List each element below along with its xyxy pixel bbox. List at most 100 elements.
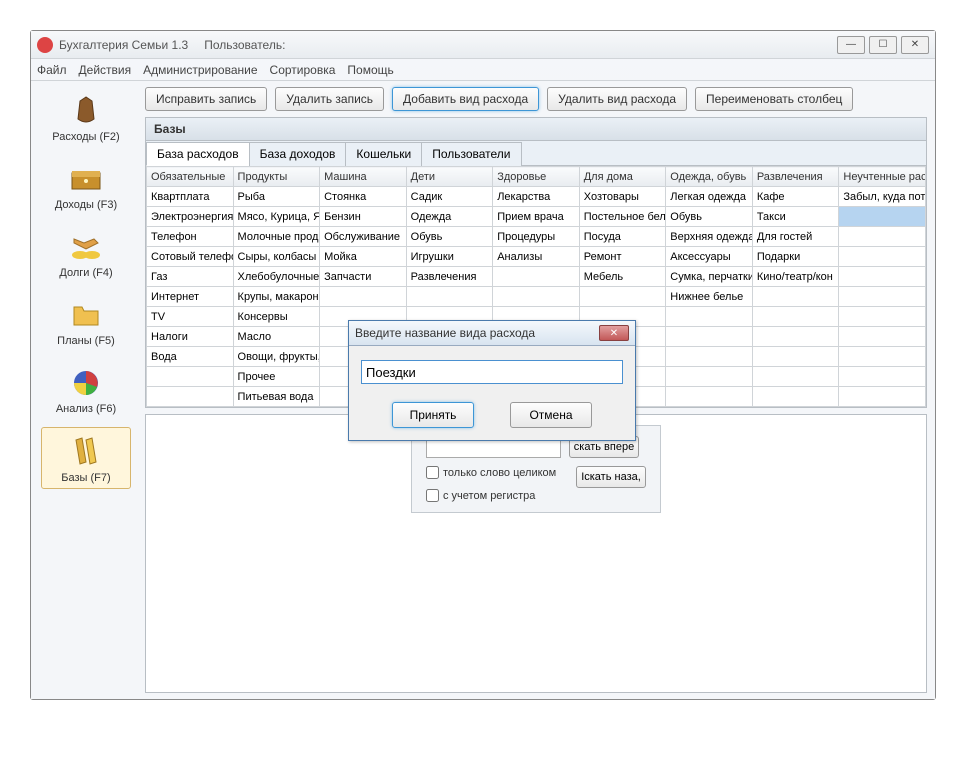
sidebar-income[interactable]: Доходы (F3) [41,155,131,215]
table-cell[interactable] [752,387,839,407]
tab-expenses-base[interactable]: База расходов [146,142,250,166]
close-button[interactable]: ✕ [901,36,929,54]
expense-type-name-input[interactable] [361,360,623,384]
table-cell[interactable] [839,387,926,407]
table-cell[interactable]: Процедуры [493,227,580,247]
table-cell[interactable]: Консервы [233,307,320,327]
table-cell[interactable] [406,287,493,307]
table-cell[interactable]: Такси [752,207,839,227]
table-cell[interactable] [579,287,666,307]
table-cell[interactable] [752,347,839,367]
table-cell[interactable]: Налоги [147,327,234,347]
menu-file[interactable]: Файл [37,63,67,77]
table-cell[interactable]: Квартплата [147,187,234,207]
rename-column-button[interactable]: Переименовать столбец [695,87,853,111]
table-cell[interactable]: Мойка [320,247,407,267]
sidebar-expenses[interactable]: Расходы (F2) [41,87,131,147]
table-cell[interactable] [839,287,926,307]
table-cell[interactable]: Верхняя одежда [666,227,753,247]
table-cell[interactable]: Масло [233,327,320,347]
table-cell[interactable] [839,327,926,347]
table-cell[interactable]: Хлебобулочные [233,267,320,287]
table-cell[interactable]: Сыры, колбасы [233,247,320,267]
table-cell[interactable] [666,367,753,387]
table-cell[interactable]: Обувь [406,227,493,247]
table-cell[interactable]: Газ [147,267,234,287]
table-cell[interactable] [666,387,753,407]
table-cell[interactable]: Сотовый телефо [147,247,234,267]
table-cell[interactable]: Бензин [320,207,407,227]
table-cell[interactable]: Анализы [493,247,580,267]
column-header[interactable]: Здоровье [493,167,580,187]
table-cell[interactable]: Садик [406,187,493,207]
menu-actions[interactable]: Действия [79,63,132,77]
dialog-cancel-button[interactable]: Отмена [510,402,592,428]
table-cell[interactable] [839,227,926,247]
table-cell[interactable]: Кино/театр/кон [752,267,839,287]
table-cell[interactable]: Питьевая вода [233,387,320,407]
column-header[interactable]: Для дома [579,167,666,187]
sidebar-bases[interactable]: Базы (F7) [41,427,131,489]
column-header[interactable]: Машина [320,167,407,187]
table-cell[interactable]: Игрушки [406,247,493,267]
table-cell[interactable] [839,367,926,387]
search-backward-button[interactable]: Iскать наза, [576,466,646,488]
sidebar-analysis[interactable]: Анализ (F6) [41,359,131,419]
table-cell[interactable]: Забыл, куда потр [839,187,926,207]
table-cell[interactable]: Крупы, макарон [233,287,320,307]
case-sensitive-checkbox[interactable]: с учетом регистра [426,489,556,502]
table-cell[interactable]: Легкая одежда [666,187,753,207]
table-cell[interactable]: Прочее [233,367,320,387]
table-cell[interactable]: Электроэнергия [147,207,234,227]
table-cell[interactable] [839,347,926,367]
table-cell[interactable]: Интернет [147,287,234,307]
table-cell[interactable]: Одежда [406,207,493,227]
table-cell[interactable]: Прием врача [493,207,580,227]
dialog-ok-button[interactable]: Принять [392,402,474,428]
table-cell[interactable] [666,347,753,367]
column-header[interactable]: Дети [406,167,493,187]
table-cell[interactable] [320,287,407,307]
table-cell[interactable] [752,327,839,347]
delete-record-button[interactable]: Удалить запись [275,87,384,111]
table-cell[interactable]: Постельное бел [579,207,666,227]
tab-users[interactable]: Пользователи [421,142,521,166]
table-cell[interactable]: Вода [147,347,234,367]
table-cell[interactable]: Мебель [579,267,666,287]
tab-income-base[interactable]: База доходов [249,142,347,166]
table-cell[interactable]: Лекарства [493,187,580,207]
table-cell[interactable]: Молочные прод [233,227,320,247]
table-cell[interactable]: Телефон [147,227,234,247]
table-cell[interactable] [666,327,753,347]
edit-record-button[interactable]: Исправить запись [145,87,267,111]
column-header[interactable]: Неучтенные расх. [839,167,926,187]
sidebar-plans[interactable]: Планы (F5) [41,291,131,351]
table-cell[interactable] [839,307,926,327]
table-cell[interactable]: Развлечения [406,267,493,287]
table-cell[interactable] [752,367,839,387]
table-cell[interactable]: Обслуживание [320,227,407,247]
table-cell[interactable]: Мясо, Курица, Я [233,207,320,227]
table-cell[interactable] [839,267,926,287]
table-cell[interactable]: Рыба [233,187,320,207]
column-header[interactable]: Продукты [233,167,320,187]
table-cell[interactable]: Сумка, перчатки [666,267,753,287]
table-cell[interactable]: Овощи, фрукты, [233,347,320,367]
table-cell[interactable] [147,387,234,407]
maximize-button[interactable]: ☐ [869,36,897,54]
minimize-button[interactable]: — [837,36,865,54]
table-cell[interactable] [147,367,234,387]
table-cell[interactable] [493,267,580,287]
delete-expense-type-button[interactable]: Удалить вид расхода [547,87,687,111]
table-cell[interactable] [839,247,926,267]
table-cell[interactable]: Стоянка [320,187,407,207]
menu-admin[interactable]: Администрирование [143,63,257,77]
table-cell[interactable]: Ремонт [579,247,666,267]
add-expense-type-button[interactable]: Добавить вид расхода [392,87,539,111]
table-cell[interactable]: Кафе [752,187,839,207]
sidebar-debts[interactable]: Долги (F4) [41,223,131,283]
table-cell[interactable] [752,307,839,327]
table-cell[interactable] [752,287,839,307]
column-header[interactable]: Развлечения [752,167,839,187]
table-cell[interactable] [839,207,926,227]
